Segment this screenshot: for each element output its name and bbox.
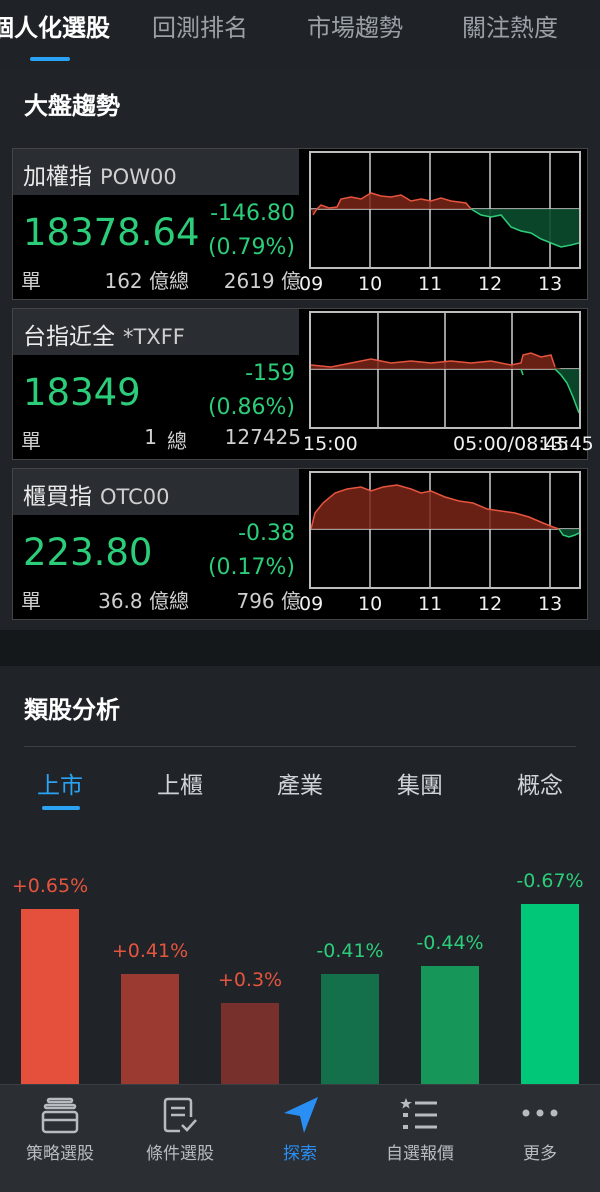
single-volume-label: 單 xyxy=(21,429,41,453)
sector-bar-label: +0.3% xyxy=(217,969,283,991)
index-card-taiex[interactable]: 加權指 POW00 18378.64 -146.80 (0.79%) 單 162 … xyxy=(12,148,588,300)
active-tab-indicator xyxy=(42,806,80,810)
intraday-chart-svg xyxy=(311,153,579,267)
sector-analysis-section: 類股分析 上市 上櫃 產業 集團 概念 +0.65% +0.41% +0.3% -0.… xyxy=(0,666,600,1084)
navigation-arrow-icon xyxy=(284,1097,318,1133)
intraday-chart[interactable] xyxy=(309,151,581,269)
total-volume-label: 總 xyxy=(169,269,189,293)
tab-personalized-selection[interactable]: 個人化選股 xyxy=(0,8,110,43)
total-volume-value: 796 億 xyxy=(236,589,301,613)
index-code: *TXFF xyxy=(123,325,185,349)
nav-label: 自選報價 xyxy=(386,1144,454,1164)
more-dots-icon xyxy=(522,1109,558,1117)
index-code: OTC00 xyxy=(100,485,170,509)
section-gap xyxy=(0,630,600,666)
market-trend-title: 大盤趨勢 xyxy=(24,92,120,120)
strategy-stack-icon xyxy=(41,1097,79,1134)
single-volume-value: 36.8 億 xyxy=(98,589,169,613)
tab-backtest-ranking[interactable]: 回測排名 xyxy=(152,8,248,43)
index-change-percent: (0.17%) xyxy=(207,555,295,580)
nav-label: 探索 xyxy=(283,1144,317,1164)
index-name-bar: 櫃買指 OTC00 xyxy=(13,469,299,515)
nav-more[interactable]: 更多 xyxy=(480,1085,600,1192)
intraday-chart-svg xyxy=(311,313,579,427)
single-volume-label: 單 xyxy=(21,589,41,613)
active-tab-indicator xyxy=(30,57,70,61)
single-volume-label: 單 xyxy=(21,269,41,293)
nav-label: 條件選股 xyxy=(146,1144,214,1164)
index-name-bar: 加權指 POW00 xyxy=(13,149,299,195)
nav-label: 更多 xyxy=(523,1144,557,1164)
total-volume-value: 127425 xyxy=(224,425,301,449)
market-trend-header: 大盤趨勢 xyxy=(0,68,600,138)
index-change: -159 xyxy=(245,361,295,386)
tab-listed[interactable]: 上市 xyxy=(37,766,83,800)
chart-time-axis: 09 10 11 12 13 xyxy=(299,273,563,295)
tab-otc[interactable]: 上櫃 xyxy=(157,766,203,800)
starred-list-icon xyxy=(400,1098,437,1129)
sector-bar-label: -0.44% xyxy=(416,932,484,954)
market-trend-section: 加權指 POW00 18378.64 -146.80 (0.79%) 單 162 … xyxy=(0,138,600,630)
index-change-percent: (0.79%) xyxy=(207,235,295,260)
checklist-doc-icon xyxy=(163,1097,197,1133)
nav-watchlist-quotes[interactable]: 自選報價 xyxy=(360,1085,480,1192)
sector-bar[interactable] xyxy=(21,909,79,1084)
tab-attention-heat[interactable]: 關注熱度 xyxy=(462,8,558,43)
sector-bar[interactable] xyxy=(121,974,179,1084)
total-volume-label: 總 xyxy=(169,589,189,613)
index-price: 223.80 xyxy=(23,531,153,574)
chart-time-axis: 09 10 11 12 13 xyxy=(299,593,563,615)
nav-explore[interactable]: 探索 xyxy=(240,1085,360,1192)
index-code: POW00 xyxy=(100,165,177,189)
sector-bar-label: -0.67% xyxy=(516,870,584,892)
index-card-otc[interactable]: 櫃買指 OTC00 223.80 -0.38 (0.17%) 單 36.8 億 總… xyxy=(12,468,588,620)
index-name: 櫃買指 OTC00 xyxy=(23,484,170,510)
index-name: 台指近全 *TXFF xyxy=(23,324,185,350)
sector-bar[interactable] xyxy=(421,966,479,1084)
chart-time-axis: 15:00 05:00/08:45 13:45 xyxy=(303,433,594,455)
sector-bar-label: +0.65% xyxy=(11,875,89,897)
sector-bar-label: +0.41% xyxy=(111,940,189,962)
tab-group[interactable]: 集團 xyxy=(397,766,443,800)
nav-condition-selection[interactable]: 條件選股 xyxy=(120,1085,240,1192)
index-change: -146.80 xyxy=(210,201,295,226)
sector-bar[interactable] xyxy=(321,974,379,1084)
nav-strategy-selection[interactable]: 策略選股 xyxy=(0,1085,120,1192)
divider xyxy=(24,746,576,747)
index-change-percent: (0.86%) xyxy=(207,395,295,420)
index-price: 18349 xyxy=(23,371,141,414)
nav-label: 策略選股 xyxy=(26,1144,94,1164)
index-card-txff[interactable]: 台指近全 *TXFF 18349 -159 (0.86%) 單 1 總 12742… xyxy=(12,308,594,460)
intraday-chart[interactable] xyxy=(309,311,581,429)
top-tab-bar: 個人化選股 回測排名 市場趨勢 關注熱度 xyxy=(0,0,600,68)
total-volume-label: 總 xyxy=(167,429,187,453)
sector-bar[interactable] xyxy=(521,904,579,1084)
bottom-navigation: 策略選股 條件選股 探索 自選報價 更多 xyxy=(0,1084,600,1192)
intraday-chart-svg xyxy=(311,473,579,587)
tab-industry[interactable]: 產業 xyxy=(277,766,323,800)
sector-bar[interactable] xyxy=(221,1003,279,1084)
intraday-chart[interactable] xyxy=(309,471,581,589)
tab-concept[interactable]: 概念 xyxy=(517,766,563,800)
total-volume-value: 2619 億 xyxy=(223,269,301,293)
sector-bar-label: -0.41% xyxy=(316,940,384,962)
index-change: -0.38 xyxy=(238,521,295,546)
sector-analysis-title: 類股分析 xyxy=(24,696,120,724)
tab-market-trend[interactable]: 市場趨勢 xyxy=(307,8,403,43)
index-price: 18378.64 xyxy=(23,211,200,254)
index-name: 加權指 POW00 xyxy=(23,164,177,190)
single-volume-value: 1 xyxy=(144,425,157,449)
single-volume-value: 162 億 xyxy=(104,269,169,293)
index-name-bar: 台指近全 *TXFF xyxy=(13,309,299,355)
